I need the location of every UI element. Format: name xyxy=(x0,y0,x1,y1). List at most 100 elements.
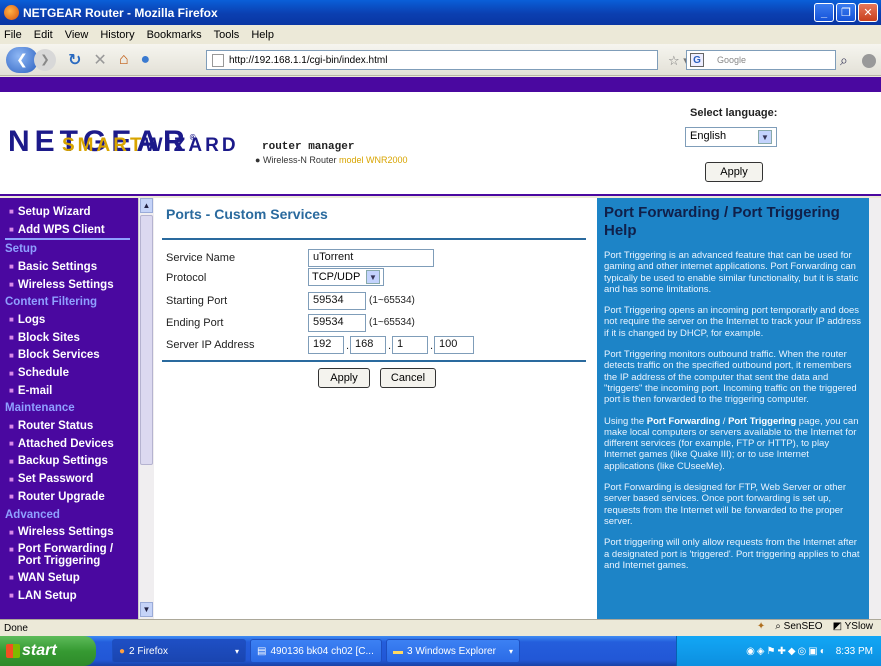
system-tray: ◉◈⚑✚◆◎▣◐ 8:33 PM xyxy=(676,636,881,666)
window-titlebar: NETGEAR Router - Mozilla Firefox _ ❐ ✕ xyxy=(0,0,881,25)
menu-tools[interactable]: Tools xyxy=(214,29,240,41)
status-text: Done xyxy=(4,622,28,634)
cancel-button[interactable]: Cancel xyxy=(380,368,436,388)
ip-separator: . xyxy=(388,340,392,352)
help-paragraph: Port Triggering monitors outbound traffi… xyxy=(604,349,857,406)
title-divider xyxy=(162,238,586,240)
menu-bookmarks[interactable]: Bookmarks xyxy=(147,29,202,41)
sidebar-section-advanced: Advanced xyxy=(5,508,60,521)
apply-button[interactable]: Apply xyxy=(318,368,370,388)
sidebar-item-schedule[interactable]: ■ Schedule xyxy=(0,364,154,382)
sidebar-scroll-thumb[interactable] xyxy=(140,215,153,465)
chevron-down-icon: ▼ xyxy=(758,130,772,144)
search-placeholder: Google xyxy=(717,55,747,65)
menu-view[interactable]: View xyxy=(65,29,89,41)
minimize-button[interactable]: _ xyxy=(814,3,834,22)
menu-help[interactable]: Help xyxy=(251,29,274,41)
scroll-up-icon[interactable]: ▲ xyxy=(140,198,153,213)
tools-icon[interactable]: ✦ xyxy=(757,621,765,632)
sidebar-item-logs[interactable]: ■ Logs xyxy=(0,311,154,329)
menu-file[interactable]: File xyxy=(4,29,22,41)
model-label: ● Wireless-N Router model WNR2000 xyxy=(255,155,408,165)
close-button[interactable]: ✕ xyxy=(858,3,878,22)
language-select[interactable]: English ▼ xyxy=(685,127,777,147)
language-apply-button[interactable]: Apply xyxy=(705,162,763,182)
sidebar-item-router-upgrade[interactable]: ■ Router Upgrade xyxy=(0,488,154,506)
router-manager-label: router manager xyxy=(262,141,355,153)
page-title: Ports - Custom Services xyxy=(166,206,328,222)
menu-history[interactable]: History xyxy=(100,29,134,41)
protocol-select[interactable]: TCP/UDP ▼ xyxy=(308,268,384,286)
sidebar-nav: ■ Setup Wizard ■ Add WPS Client Setup ■ Bas… xyxy=(0,198,154,619)
sidebar-item-basic-settings[interactable]: ■ Basic Settings xyxy=(0,258,154,276)
main-content: Ports - Custom Services Service Name uTo… xyxy=(154,198,597,619)
ip-separator: . xyxy=(346,340,350,352)
service-name-field[interactable]: uTorrent xyxy=(308,249,434,267)
help-paragraph: Using the Port Forwarding / Port Trigger… xyxy=(604,415,859,472)
server-ip-label: Server IP Address xyxy=(166,339,255,351)
sidebar-item-block-services[interactable]: ■ Block Services xyxy=(0,347,154,365)
sidebar-item-attached-devices[interactable]: ■ Attached Devices xyxy=(0,435,154,453)
taskbar-item-firefox[interactable]: ● 2 Firefox ▾ xyxy=(112,639,246,663)
starting-port-field[interactable]: 59534 xyxy=(308,292,366,310)
sidebar-item-block-sites[interactable]: ■ Block Sites xyxy=(0,329,154,347)
service-name-label: Service Name xyxy=(166,252,236,264)
ip-octet-3-field[interactable]: 1 xyxy=(392,336,428,354)
sidebar-item-email[interactable]: ■ E-mail xyxy=(0,382,154,400)
yslow-status[interactable]: ◩ YSlow xyxy=(833,621,873,632)
sidebar-item-setup-wizard[interactable]: ■ Setup Wizard xyxy=(0,203,154,221)
help-panel: Port Forwarding / Port Triggering Help P… xyxy=(597,198,869,619)
taskbar-item-document[interactable]: ▤ 490136 bk04 ch02 [C... xyxy=(250,639,382,663)
protocol-label: Protocol xyxy=(166,272,207,284)
sidebar-item-set-password[interactable]: ■ Set Password xyxy=(0,470,154,488)
maximize-button[interactable]: ❐ xyxy=(836,3,856,22)
smartwizard-logo: SMARTWIZARD xyxy=(62,135,239,156)
sidebar-item-add-wps[interactable]: ■ Add WPS Client xyxy=(0,221,154,239)
senseo-status[interactable]: ⌕ SenSEO xyxy=(775,621,822,632)
sidebar-section-maintenance: Maintenance xyxy=(5,402,75,415)
sidebar-item-backup-settings[interactable]: ■ Backup Settings xyxy=(0,453,154,471)
forward-button[interactable]: ❯ xyxy=(34,48,56,71)
address-bar[interactable]: http://192.168.1.1/cgi-bin/index.html xyxy=(206,50,658,70)
help-title: Port Forwarding / Port Triggering Help xyxy=(604,204,840,239)
header-stripe xyxy=(0,77,881,92)
addon-icon[interactable]: ● xyxy=(140,51,150,69)
taskbar: start ● 2 Firefox ▾ ▤ 490136 bk04 ch02 [C..… xyxy=(0,636,881,666)
firefox-icon xyxy=(4,5,19,20)
sidebar-item-lan-setup[interactable]: ■ LAN Setup xyxy=(0,587,154,605)
sidebar-item-router-status[interactable]: ■ Router Status xyxy=(0,417,154,435)
ending-port-label: Ending Port xyxy=(166,317,224,329)
help-paragraph: Port Triggering opens an incoming port t… xyxy=(604,305,861,339)
tray-icons[interactable]: ◉◈⚑✚◆◎▣◐ xyxy=(746,646,828,657)
sidebar-item-adv-wireless[interactable]: ■ Wireless Settings xyxy=(0,523,154,541)
ending-port-field[interactable]: 59534 xyxy=(308,314,366,332)
home-icon[interactable]: ⌂ xyxy=(119,51,129,69)
protocol-value: TCP/UDP xyxy=(312,271,361,283)
search-input[interactable]: G Google xyxy=(686,50,836,70)
sidebar-scrollbar[interactable]: ▲ ▼ xyxy=(138,198,154,619)
ip-octet-2-field[interactable]: 168 xyxy=(350,336,386,354)
google-icon[interactable]: G xyxy=(690,53,704,67)
sidebar-item-wireless-settings[interactable]: ■ Wireless Settings xyxy=(0,276,154,294)
start-button[interactable]: start xyxy=(0,636,96,666)
stop-icon[interactable]: ✕ xyxy=(93,50,106,70)
ip-octet-4-field[interactable]: 100 xyxy=(434,336,474,354)
scroll-down-icon[interactable]: ▼ xyxy=(140,602,153,617)
help-paragraph: Port Triggering is an advanced feature t… xyxy=(604,250,859,295)
reload-icon[interactable]: ↻ xyxy=(68,50,81,70)
throbber-icon xyxy=(862,54,876,68)
language-value: English xyxy=(690,130,727,142)
status-bar: Done ✦ ⌕ SenSEO ◩ YSlow xyxy=(0,619,881,636)
sidebar-item-port-forwarding[interactable]: ■ Port Forwarding / Port Triggering xyxy=(0,541,154,569)
taskbar-item-explorer[interactable]: ▬ 3 Windows Explorer ▾ xyxy=(386,639,520,663)
ip-octet-1-field[interactable]: 192 xyxy=(308,336,344,354)
help-paragraph: Port Forwarding is designed for FTP, Web… xyxy=(604,482,847,527)
page-favicon-icon xyxy=(212,54,224,67)
search-go-icon[interactable]: ⌕ xyxy=(840,52,848,69)
sidebar-item-wan-setup[interactable]: ■ WAN Setup xyxy=(0,569,154,587)
sidebar-section-content-filtering: Content Filtering xyxy=(5,296,97,309)
address-text: http://192.168.1.1/cgi-bin/index.html xyxy=(229,54,388,66)
help-scrollbar[interactable] xyxy=(869,198,881,619)
clock: 8:33 PM xyxy=(835,645,873,657)
menu-edit[interactable]: Edit xyxy=(34,29,53,41)
